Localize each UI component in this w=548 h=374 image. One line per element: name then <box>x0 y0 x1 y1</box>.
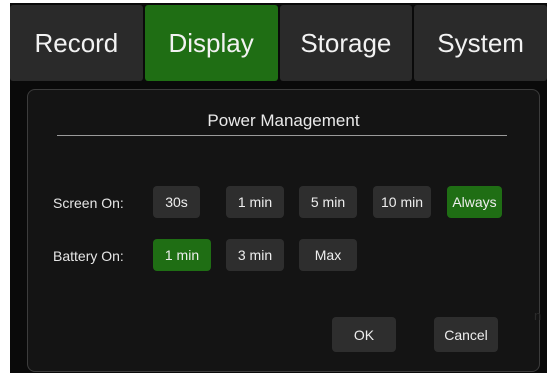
title-divider <box>57 135 507 136</box>
battery-on-label: Battery On: <box>53 248 124 264</box>
screen-on-option-5-min[interactable]: 5 min <box>299 186 357 218</box>
screen-on-option-1-min[interactable]: 1 min <box>226 186 284 218</box>
battery-on-option-1-min[interactable]: 1 min <box>153 239 211 271</box>
tab-record[interactable]: Record <box>10 5 143 81</box>
device-screen: Record Display Storage System Power Mana… <box>10 3 547 373</box>
cancel-button[interactable]: Cancel <box>434 317 498 352</box>
battery-on-option-max[interactable]: Max <box>299 239 357 271</box>
power-management-dialog: Power Management Screen On: 30s 1 min 5 … <box>27 89 540 372</box>
screen-on-option-always[interactable]: Always <box>447 186 502 218</box>
screen-on-option-10-min[interactable]: 10 min <box>373 186 431 218</box>
tab-storage[interactable]: Storage <box>279 5 413 81</box>
edge-glyph: n <box>534 308 542 323</box>
tab-display[interactable]: Display <box>144 5 278 81</box>
ok-button[interactable]: OK <box>332 317 396 352</box>
screen-on-label: Screen On: <box>53 195 124 211</box>
screen-on-option-30s[interactable]: 30s <box>153 186 200 218</box>
dialog-title: Power Management <box>207 111 360 130</box>
battery-on-option-3-min[interactable]: 3 min <box>226 239 284 271</box>
tab-system[interactable]: System <box>414 5 547 81</box>
tab-bar: Record Display Storage System <box>10 5 547 81</box>
